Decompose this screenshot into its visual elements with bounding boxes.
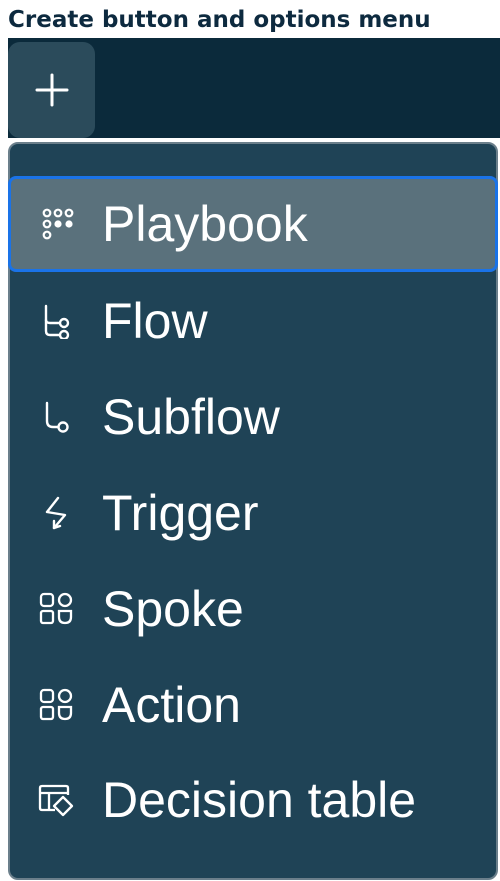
create-button[interactable] [8, 42, 95, 138]
menu-item-decision-table[interactable]: Decision table [10, 752, 496, 848]
trigger-icon [36, 493, 76, 533]
caption-heading: Create button and options menu [8, 7, 431, 33]
menu-item-spoke[interactable]: Spoke [10, 561, 496, 657]
create-options-menu: Playbook Flow Subflow Trigger Spoke Acti… [8, 142, 498, 880]
menu-item-label: Decision table [102, 772, 417, 828]
menu-item-playbook[interactable]: Playbook [8, 176, 498, 272]
menu-item-label: Trigger [102, 485, 259, 541]
menu-item-label: Subflow [102, 389, 280, 445]
spoke-icon [36, 589, 76, 629]
action-icon [36, 685, 76, 725]
menu-item-subflow[interactable]: Subflow [10, 369, 496, 465]
menu-item-action[interactable]: Action [10, 657, 496, 753]
playbook-icon [38, 204, 78, 244]
menu-item-label: Playbook [102, 196, 308, 252]
menu-item-trigger[interactable]: Trigger [10, 465, 496, 561]
plus-icon [34, 72, 70, 108]
subflow-icon [36, 397, 76, 437]
menu-item-flow[interactable]: Flow [10, 273, 496, 369]
page: Create button and options menu Playbook … [0, 0, 500, 881]
flow-icon [36, 301, 76, 341]
menu-item-label: Spoke [102, 581, 244, 637]
menu-item-label: Flow [102, 293, 208, 349]
decision-table-icon [36, 780, 76, 820]
menu-item-label: Action [102, 677, 241, 733]
